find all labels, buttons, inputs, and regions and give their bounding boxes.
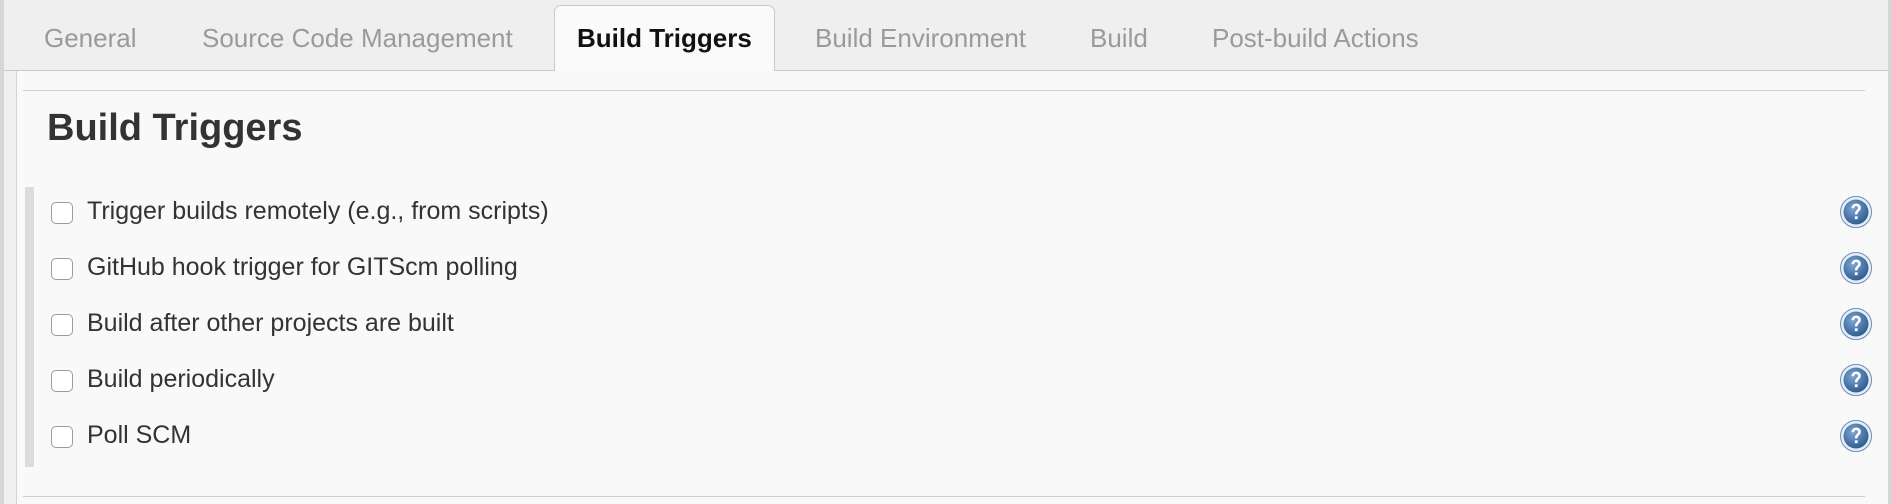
tab-build-triggers[interactable]: Build Triggers bbox=[554, 5, 775, 72]
trigger-option-after-other-projects: Build after other projects are built bbox=[43, 299, 1873, 355]
section-title: Build Triggers bbox=[47, 107, 303, 149]
question-help-icon[interactable] bbox=[1839, 195, 1873, 229]
section-divider bbox=[23, 90, 1865, 91]
tab-build-environment[interactable]: Build Environment bbox=[815, 5, 1026, 71]
tab-source-code-management[interactable]: Source Code Management bbox=[202, 5, 513, 71]
config-tab-bar: General Source Code Management Build Tri… bbox=[4, 0, 1888, 72]
after-other-projects-checkbox[interactable] bbox=[51, 314, 73, 336]
question-help-icon[interactable] bbox=[1839, 363, 1873, 397]
poll-scm-label[interactable]: Poll SCM bbox=[87, 421, 191, 450]
tab-build[interactable]: Build bbox=[1090, 5, 1148, 71]
jenkins-config-page: General Source Code Management Build Tri… bbox=[0, 0, 1892, 504]
after-other-projects-label[interactable]: Build after other projects are built bbox=[87, 309, 454, 338]
tab-general[interactable]: General bbox=[44, 5, 137, 71]
trigger-option-periodically: Build periodically bbox=[43, 355, 1873, 411]
tab-post-build-actions[interactable]: Post-build Actions bbox=[1212, 5, 1419, 71]
poll-scm-checkbox[interactable] bbox=[51, 426, 73, 448]
build-periodically-checkbox[interactable] bbox=[51, 370, 73, 392]
trigger-remote-label[interactable]: Trigger builds remotely (e.g., from scri… bbox=[87, 197, 549, 226]
trigger-option-remote: Trigger builds remotely (e.g., from scri… bbox=[43, 187, 1873, 243]
build-periodically-label[interactable]: Build periodically bbox=[87, 365, 275, 394]
trigger-option-github-hook: GitHub hook trigger for GITScm polling bbox=[43, 243, 1873, 299]
trigger-option-poll-scm: Poll SCM bbox=[43, 411, 1873, 467]
question-help-icon[interactable] bbox=[1839, 307, 1873, 341]
build-triggers-panel: Build Triggers Trigger builds remotely (… bbox=[16, 71, 1888, 504]
section-bottom-divider bbox=[23, 496, 1865, 497]
options-group-bar bbox=[25, 187, 34, 467]
trigger-options-list: Trigger builds remotely (e.g., from scri… bbox=[25, 187, 1875, 467]
question-help-icon[interactable] bbox=[1839, 251, 1873, 285]
trigger-remote-checkbox[interactable] bbox=[51, 202, 73, 224]
github-hook-label[interactable]: GitHub hook trigger for GITScm polling bbox=[87, 253, 518, 282]
github-hook-checkbox[interactable] bbox=[51, 258, 73, 280]
question-help-icon[interactable] bbox=[1839, 419, 1873, 453]
